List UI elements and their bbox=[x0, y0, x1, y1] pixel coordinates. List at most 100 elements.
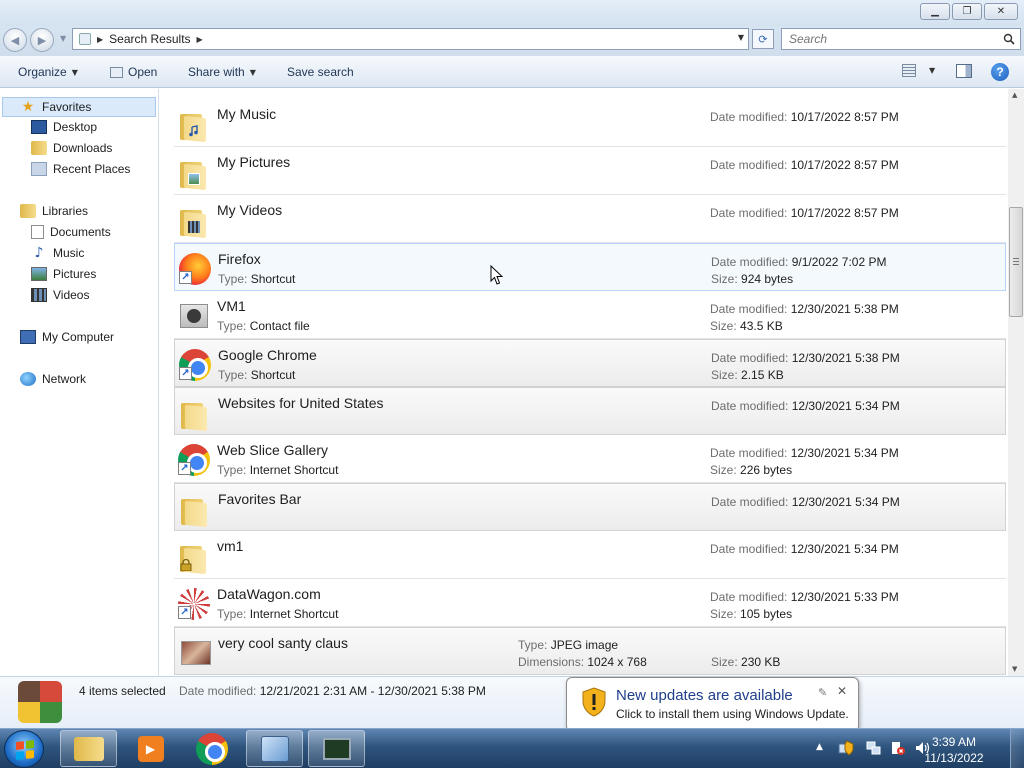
sidebar-item-libraries[interactable]: Libraries bbox=[20, 204, 88, 218]
file-row[interactable]: Websites for United States Date modified… bbox=[174, 387, 1006, 435]
notification-text: Click to install them using Windows Upda… bbox=[616, 707, 849, 721]
breadcrumb-arrow-icon[interactable]: ▶ bbox=[197, 35, 203, 44]
show-desktop-button[interactable] bbox=[1010, 729, 1024, 768]
back-button[interactable]: ◀ bbox=[3, 28, 27, 52]
file-row[interactable]: vm1 Date modified: 12/30/2021 5:34 PM bbox=[174, 531, 1006, 579]
share-with-button[interactable]: Share with ▼ bbox=[188, 65, 256, 79]
file-row[interactable]: My Music Date modified: 10/17/2022 8:57 … bbox=[174, 99, 1006, 147]
breadcrumb-search-results[interactable]: Search Results bbox=[109, 32, 190, 46]
search-icon[interactable] bbox=[1003, 33, 1015, 45]
scroll-up-icon[interactable]: ▲ bbox=[1012, 91, 1017, 99]
sidebar-item-label: My Computer bbox=[42, 330, 115, 344]
help-button[interactable]: ? bbox=[991, 63, 1009, 81]
action-center-tray-icon[interactable] bbox=[890, 740, 906, 756]
title-bar: ▁ ❐ ✕ bbox=[0, 0, 1024, 26]
file-size: Size: 105 bytes bbox=[710, 607, 793, 621]
network-tray-icon[interactable] bbox=[866, 740, 882, 756]
search-input[interactable] bbox=[789, 32, 994, 46]
file-size: Size: 226 bytes bbox=[710, 463, 793, 477]
open-button[interactable]: Open bbox=[110, 65, 157, 79]
search-box[interactable] bbox=[781, 28, 1021, 50]
chrome-icon bbox=[195, 732, 228, 765]
warning-shield-icon bbox=[582, 687, 606, 717]
videos-icon bbox=[31, 288, 47, 302]
taskbar-monitor-button[interactable] bbox=[308, 730, 365, 767]
update-notification[interactable]: New updates are available Click to insta… bbox=[566, 677, 859, 732]
sidebar-item-documents[interactable]: Documents bbox=[31, 225, 111, 239]
file-name: My Videos bbox=[217, 202, 283, 218]
clock-time: 3:39 AM bbox=[931, 735, 977, 749]
recent-pages-dropdown[interactable]: ▼ bbox=[60, 34, 66, 43]
start-button[interactable] bbox=[4, 730, 44, 768]
save-search-button[interactable]: Save search bbox=[287, 65, 354, 79]
breadcrumb-arrow-icon[interactable]: ▶ bbox=[97, 35, 103, 44]
selected-count: 4 items selected bbox=[79, 684, 166, 698]
notification-title: New updates are available bbox=[616, 687, 793, 704]
file-row[interactable]: My Videos Date modified: 10/17/2022 8:57… bbox=[174, 195, 1006, 243]
organize-button[interactable]: Organize ▼ bbox=[18, 65, 78, 79]
settings-wrench-icon[interactable]: ✎ bbox=[818, 686, 827, 699]
file-name: vm1 bbox=[217, 538, 244, 554]
close-icon[interactable]: ✕ bbox=[837, 684, 847, 698]
back-arrow-icon: ◀ bbox=[10, 33, 20, 47]
show-hidden-icons-button[interactable]: ▲ bbox=[816, 742, 823, 752]
sidebar-item-label: Recent Places bbox=[53, 162, 131, 176]
file-size: Size: 230 KB bbox=[711, 655, 781, 669]
windows-update-tray-icon[interactable] bbox=[838, 740, 854, 756]
sidebar-item-my-computer[interactable]: My Computer bbox=[20, 330, 114, 344]
open-label: Open bbox=[128, 65, 158, 79]
sidebar-item-label: Libraries bbox=[42, 204, 89, 218]
file-row[interactable]: ↗ Firefox Type: Shortcut Date modified: … bbox=[174, 243, 1006, 291]
forward-button[interactable]: ▶ bbox=[30, 28, 54, 52]
refresh-button[interactable]: ⟳ bbox=[752, 29, 774, 49]
file-row[interactable]: My Pictures Date modified: 10/17/2022 8:… bbox=[174, 147, 1006, 195]
restore-button[interactable]: ❐ bbox=[952, 3, 982, 20]
selection-date-range: Date modified: 12/21/2021 2:31 AM - 12/3… bbox=[179, 684, 486, 698]
scroll-down-icon[interactable]: ▼ bbox=[1012, 665, 1017, 673]
file-name: Google Chrome bbox=[218, 347, 317, 363]
datawagon-shortcut-icon: ↗ bbox=[178, 586, 210, 620]
sidebar-item-music[interactable]: ♪ Music bbox=[31, 246, 85, 260]
file-row[interactable]: Favorites Bar Date modified: 12/30/2021 … bbox=[174, 483, 1006, 531]
star-icon: ★ bbox=[21, 99, 35, 115]
sidebar-item-videos[interactable]: Videos bbox=[31, 288, 89, 302]
system-clock[interactable]: 3:39 AM 11/13/2022 bbox=[922, 734, 986, 766]
file-row[interactable]: ↗ Web Slice Gallery Type: Internet Short… bbox=[174, 435, 1006, 483]
address-dropdown-icon[interactable]: ▼ bbox=[738, 33, 744, 42]
taskbar-paint-button[interactable] bbox=[246, 730, 303, 767]
details-pane: 4 items selected Date modified: 12/21/20… bbox=[0, 676, 1024, 728]
documents-icon bbox=[31, 225, 44, 239]
sidebar-item-desktop[interactable]: Desktop bbox=[31, 120, 97, 134]
command-bar: Organize ▼ Open Share with ▼ Save search ▼… bbox=[0, 56, 1024, 88]
selection-thumbnail-icon bbox=[18, 681, 62, 723]
file-row[interactable]: ↗ Google Chrome Type: Shortcut Date modi… bbox=[174, 339, 1006, 387]
file-size: Size: 924 bytes bbox=[711, 272, 794, 286]
sidebar-item-network[interactable]: Network bbox=[20, 372, 86, 386]
sidebar-item-recent-places[interactable]: Recent Places bbox=[31, 162, 130, 176]
firefox-shortcut-icon: ↗ bbox=[179, 251, 211, 285]
monitor-icon bbox=[322, 737, 351, 760]
address-bar[interactable]: ▶ Search Results ▶ ▼ bbox=[72, 28, 749, 50]
sidebar-item-pictures[interactable]: Pictures bbox=[31, 267, 96, 281]
restore-icon: ❐ bbox=[962, 6, 972, 17]
file-date: Date modified: 10/17/2022 8:57 PM bbox=[710, 206, 899, 220]
file-date: Date modified: 12/30/2021 5:34 PM bbox=[710, 542, 899, 556]
taskbar-media-player-button[interactable]: ▶ bbox=[122, 730, 179, 767]
sidebar-item-favorites[interactable]: ★ Favorites bbox=[2, 97, 156, 117]
sidebar-item-label: Network bbox=[42, 372, 87, 386]
taskbar-chrome-button[interactable] bbox=[183, 730, 240, 767]
minimize-button[interactable]: ▁ bbox=[920, 3, 950, 20]
sidebar-item-label: Favorites bbox=[42, 100, 92, 114]
file-row[interactable]: VM1 Type: Contact file Date modified: 12… bbox=[174, 291, 1006, 339]
change-view-button[interactable]: ▼ bbox=[902, 64, 935, 77]
file-date: Date modified: 12/30/2021 5:38 PM bbox=[711, 351, 900, 365]
file-row[interactable]: very cool santy claus Type: JPEG image D… bbox=[174, 627, 1006, 675]
sidebar-item-downloads[interactable]: Downloads bbox=[31, 141, 112, 155]
vertical-scrollbar[interactable]: ▲ ▼ bbox=[1008, 89, 1024, 676]
close-button[interactable]: ✕ bbox=[984, 3, 1018, 20]
preview-pane-button[interactable] bbox=[956, 64, 972, 78]
file-row[interactable]: ↗ DataWagon.com Type: Internet Shortcut … bbox=[174, 579, 1006, 627]
taskbar-explorer-button[interactable] bbox=[60, 730, 117, 767]
sidebar-item-label: Downloads bbox=[53, 141, 113, 155]
scroll-thumb[interactable] bbox=[1009, 207, 1023, 317]
